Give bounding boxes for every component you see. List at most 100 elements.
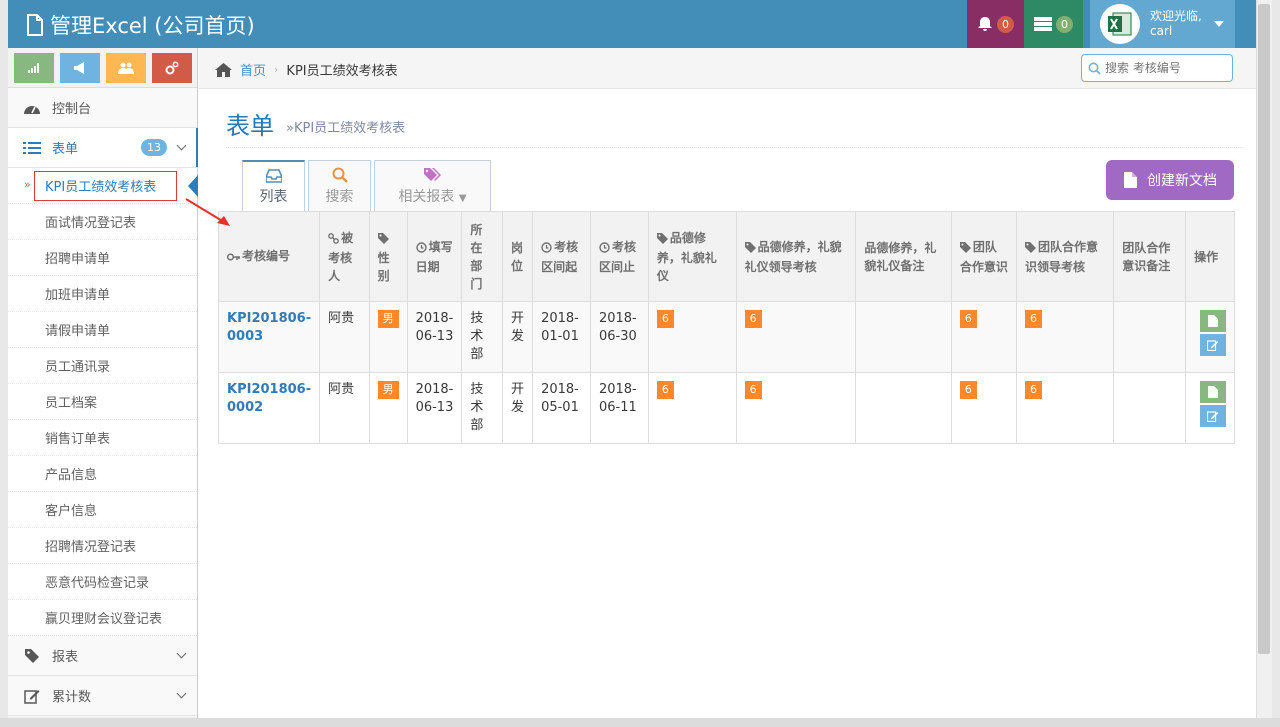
subitem-label: 员工通讯录 (45, 360, 111, 375)
th-etiquette-note[interactable]: 品德修养，礼貌礼仪备注 (855, 211, 952, 302)
key-icon (226, 249, 240, 267)
cell-person: 阿贵 (319, 372, 370, 444)
score-label: 6 (959, 381, 977, 399)
page-header: 表单 »KPI员工绩效考核表 (226, 100, 1243, 148)
cell-dept: 技术部 (461, 372, 504, 444)
avatar (1100, 4, 1140, 44)
th-team-note[interactable]: 团队合作意识备注 (1113, 211, 1187, 302)
shortcut-settings[interactable] (151, 52, 192, 83)
link-icon (328, 231, 340, 249)
create-document-button[interactable]: 创建新文档 (1106, 160, 1234, 200)
th-start[interactable]: 考核区间起 (532, 211, 591, 302)
cogs-icon (165, 60, 179, 74)
subitem-kpi[interactable]: » KPI员工绩效考核表 (8, 168, 198, 204)
edit-button[interactable] (1200, 334, 1226, 356)
subitem-recruit-record[interactable]: 招聘情况登记表 (8, 528, 197, 564)
cell-score: 6 (950, 301, 1018, 373)
subitem-contacts[interactable]: 员工通讯录 (8, 348, 197, 384)
notifications-count: 0 (997, 15, 1014, 33)
sidebar-item-cumulative[interactable]: 累计数 (8, 676, 197, 716)
tab-label: 相关报表 ▼ (398, 186, 466, 206)
tab-list[interactable]: 列表 (242, 160, 305, 212)
subitem-recruit-apply[interactable]: 招聘申请单 (8, 240, 197, 276)
record-link[interactable]: KPI201806-0002 (227, 382, 311, 415)
notifications-button[interactable]: 0 (967, 0, 1024, 48)
search-icon (1088, 62, 1101, 75)
cell-date: 2018-06-13 (406, 301, 463, 373)
subitem-label: 产品信息 (45, 468, 98, 483)
excel-icon (1108, 12, 1132, 36)
subitem-sales-order[interactable]: 销售订单表 (8, 420, 197, 456)
tab-reports[interactable]: 相关报表 ▼ (374, 160, 491, 212)
score-label: 6 (656, 310, 674, 328)
subitem-malware-check[interactable]: 恶意代码检查记录 (8, 564, 197, 600)
subitem-customer[interactable]: 客户信息 (8, 492, 197, 528)
cell-gender: 男 (368, 372, 408, 444)
tags-icon (423, 168, 441, 181)
tag-icon (959, 240, 971, 258)
sidebar-item-label: 表单 (52, 142, 79, 157)
sidebar-shortcuts (8, 48, 197, 88)
file-icon (27, 14, 43, 36)
scrollbar-thumb[interactable] (1258, 4, 1270, 654)
subitem-meeting[interactable]: 赢贝理财会议登记表 (8, 600, 197, 636)
shortcut-users[interactable] (105, 52, 146, 83)
subitem-label: 面试情况登记表 (45, 216, 137, 231)
cell-start: 2018-05-01 (532, 372, 591, 444)
breadcrumb-home[interactable]: 首页 (240, 60, 266, 79)
record-link[interactable]: KPI201806-0003 (227, 311, 311, 344)
score-label: 6 (1025, 310, 1043, 328)
cell-date: 2018-06-13 (406, 372, 463, 444)
search-input[interactable] (1105, 61, 1225, 75)
sidebar-item-label: 控制台 (52, 102, 92, 117)
page-subtitle: »KPI员工绩效考核表 (286, 121, 406, 136)
subitem-archive[interactable]: 员工档案 (8, 384, 197, 420)
th-post[interactable]: 岗位 (502, 211, 534, 302)
subitem-leave[interactable]: 请假申请单 (8, 312, 197, 348)
clock-icon (599, 240, 610, 258)
signal-icon (27, 62, 39, 73)
subitem-label: 加班申请单 (45, 288, 111, 303)
tab-label: 列表 (259, 188, 288, 205)
search-icon (332, 167, 348, 183)
tasks-button[interactable]: 0 (1024, 0, 1083, 48)
th-team[interactable]: 团队合作意识 (950, 211, 1018, 302)
th-actions: 操作 (1185, 211, 1235, 302)
cell-start: 2018-01-01 (532, 301, 591, 373)
forms-submenu: » KPI员工绩效考核表 面试情况登记表 招聘申请单 加班申请单 请假申请单 员… (8, 168, 198, 636)
th-etiquette-leader[interactable]: 品德修养，礼貌礼仪领导考核 (735, 211, 857, 302)
file-icon (1124, 172, 1137, 188)
sidebar-item-reports[interactable]: 报表 (8, 636, 197, 676)
shortcut-stats[interactable] (13, 52, 54, 83)
breadcrumb-bar: 首页 › KPI员工绩效考核表 (199, 48, 1256, 89)
subitem-overtime[interactable]: 加班申请单 (8, 276, 197, 312)
bullhorn-icon (73, 61, 84, 74)
cell-score: 6 (1016, 372, 1115, 444)
th-date[interactable]: 填写日期 (406, 211, 463, 302)
edit-button[interactable] (1200, 405, 1226, 427)
th-end[interactable]: 考核区间止 (589, 211, 649, 302)
subitem-product[interactable]: 产品信息 (8, 456, 197, 492)
subitem-interview[interactable]: 面试情况登记表 (8, 204, 197, 240)
score-label: 6 (1025, 381, 1043, 399)
chevron-down-icon (176, 140, 187, 151)
view-button[interactable] (1200, 381, 1226, 403)
tab-search[interactable]: 搜索 (308, 160, 371, 212)
cell-actions (1185, 372, 1235, 444)
sidebar-item-forms[interactable]: 表单 13 (8, 128, 198, 168)
brand[interactable]: 管理Excel (公司首页) (26, 10, 255, 40)
edit-icon (1207, 411, 1219, 422)
th-etiquette[interactable]: 品德修养，礼貌礼仪 (647, 211, 737, 302)
th-team-leader[interactable]: 团队合作意识领导考核 (1016, 211, 1115, 302)
cell-id: KPI201806-0002 (217, 372, 321, 444)
th-person[interactable]: 被考核人 (319, 211, 370, 302)
view-button[interactable] (1200, 310, 1226, 332)
shortcut-announce[interactable] (59, 52, 100, 83)
sidebar-item-dashboard[interactable]: 控制台 (8, 88, 197, 128)
th-dept[interactable]: 所在部门 (461, 211, 504, 302)
cell-note (1113, 372, 1187, 444)
kpi-table: 考核编号 被考核人 性别 填写日期 所在部门 岗位 考核区间起 考核区间止 品德… (217, 211, 1235, 444)
home-icon (215, 62, 232, 77)
user-menu[interactable]: 欢迎光临, carl (1090, 0, 1235, 48)
th-gender[interactable]: 性别 (368, 211, 408, 302)
